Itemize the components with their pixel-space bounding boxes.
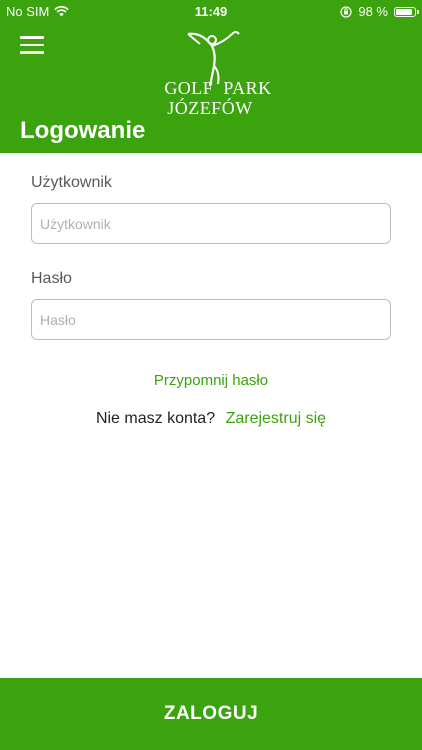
hamburger-line (20, 51, 44, 54)
logo-text-line1: GOLF PARK (164, 78, 272, 98)
logo-text-line2: JÓZEFÓW (167, 98, 253, 118)
header: No SIM 11:49 98 % GOLF PARK JÓZEFÓW Logo… (0, 0, 422, 153)
no-account-text: Nie masz konta? (95, 410, 216, 427)
page-title: Logowanie (20, 117, 146, 144)
battery-percentage: 98 % (358, 4, 388, 19)
forgot-password-link[interactable]: Przypomnij hasło (154, 372, 268, 389)
hamburger-menu-icon (20, 36, 44, 39)
status-right: 98 % (340, 4, 419, 19)
golf-park-logo: GOLF PARK JÓZEFÓW (140, 28, 280, 123)
battery-icon (394, 6, 419, 17)
register-row: Nie masz konta? Zarejestruj się (0, 410, 422, 428)
password-input[interactable] (31, 299, 391, 340)
status-bar: No SIM 11:49 98 % (0, 0, 422, 22)
login-button[interactable]: ZALOGUJ (0, 678, 422, 750)
register-link[interactable]: Zarejestruj się (226, 410, 326, 427)
battery-fill (396, 8, 412, 15)
orientation-lock-icon (340, 5, 353, 18)
menu-button[interactable] (20, 36, 44, 54)
hamburger-line (20, 43, 44, 46)
forgot-password-row: Przypomnij hasło (0, 372, 422, 389)
password-label: Hasło (31, 270, 72, 287)
username-label: Użytkownik (31, 174, 112, 191)
username-input[interactable] (31, 203, 391, 244)
